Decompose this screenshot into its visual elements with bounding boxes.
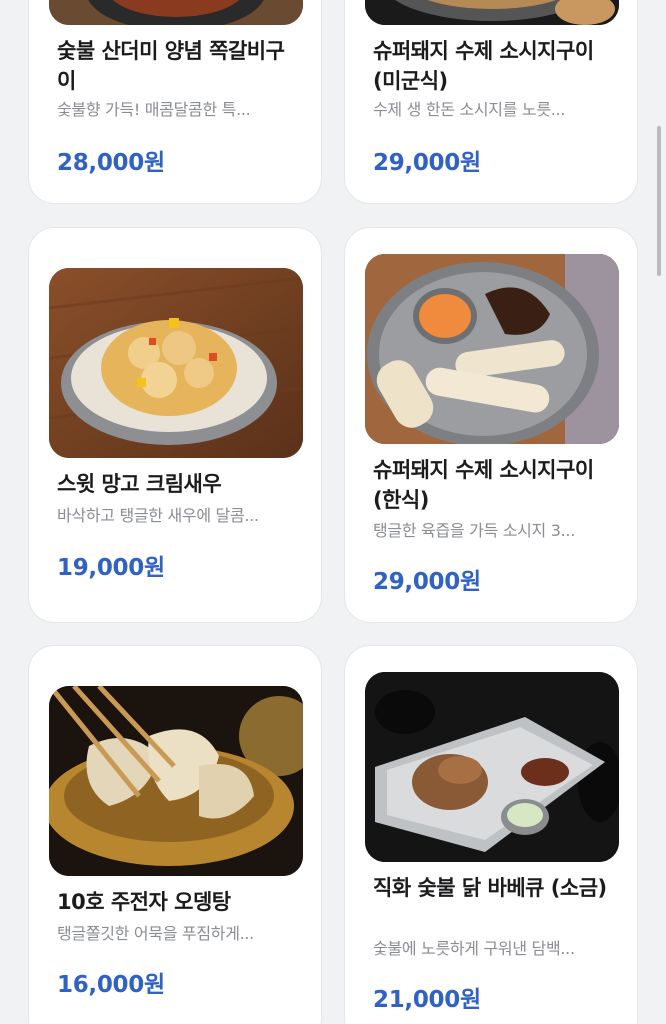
menu-card[interactable]: 숯불 산더미 양념 쪽갈비구이 숯불향 가득! 매콤달콤한 특... 28,00… bbox=[28, 0, 322, 204]
scrollbar[interactable] bbox=[657, 126, 661, 276]
chicken-bbq-photo bbox=[365, 672, 619, 862]
menu-item-price: 21,000원 bbox=[373, 987, 481, 1013]
menu-item-description: 숯불향 가득! 매콤달콤한 특... bbox=[57, 100, 251, 119]
menu-item-title: 스윗 망고 크림새우 bbox=[57, 472, 222, 496]
menu-item-price: 16,000원 bbox=[57, 972, 165, 998]
menu-item-title: 슈퍼돼지 수제 소시지구이 (한식) bbox=[373, 458, 594, 512]
fish-cake-soup-photo bbox=[49, 686, 303, 876]
menu-item-description: 탱글한 육즙을 가득 소시지 3... bbox=[373, 521, 576, 540]
menu-item-title: 숯불 산더미 양념 쪽갈비구이 bbox=[57, 39, 285, 93]
menu-item-description: 탱글쫄깃한 어묵을 푸짐하게... bbox=[57, 924, 254, 943]
menu-item-title: 슈퍼돼지 수제 소시지구이 (미군식) bbox=[373, 39, 594, 93]
sausage-platter-photo bbox=[365, 0, 619, 25]
menu-item-title: 직화 숯불 닭 바베큐 (소금) bbox=[373, 876, 607, 900]
mango-cream-shrimp-photo bbox=[49, 268, 303, 458]
menu-card[interactable]: 10호 주전자 오뎅탕 탱글쫄깃한 어묵을 푸짐하게... 16,000원 bbox=[28, 645, 322, 1024]
menu-item-price: 29,000원 bbox=[373, 569, 481, 595]
menu-card[interactable]: 슈퍼돼지 수제 소시지구이 (한식) 탱글한 육즙을 가득 소시지 3... 2… bbox=[344, 227, 638, 623]
menu-card[interactable]: 슈퍼돼지 수제 소시지구이 (미군식) 수제 생 한돈 소시지를 노릇... 2… bbox=[344, 0, 638, 204]
menu-list: 숯불 산더미 양념 쪽갈비구이 숯불향 가득! 매콤달콤한 특... 28,00… bbox=[0, 0, 666, 1024]
menu-item-description: 바삭하고 탱글한 새우에 달콤... bbox=[57, 506, 259, 525]
menu-item-description: 수제 생 한돈 소시지를 노릇... bbox=[373, 100, 566, 119]
menu-card[interactable]: 스윗 망고 크림새우 바삭하고 탱글한 새우에 달콤... 19,000원 bbox=[28, 227, 322, 623]
menu-item-title: 10호 주전자 오뎅탕 bbox=[57, 890, 231, 914]
spare-ribs-photo bbox=[49, 0, 303, 25]
menu-card[interactable]: 직화 숯불 닭 바베큐 (소금) 숯불에 노릇하게 구워낸 담백... 21,0… bbox=[344, 645, 638, 1024]
sausage-platter-photo bbox=[365, 254, 619, 444]
menu-item-price: 28,000원 bbox=[57, 150, 165, 176]
menu-item-price: 19,000원 bbox=[57, 555, 165, 581]
menu-item-price: 29,000원 bbox=[373, 150, 481, 176]
menu-item-description: 숯불에 노릇하게 구워낸 담백... bbox=[373, 939, 575, 958]
